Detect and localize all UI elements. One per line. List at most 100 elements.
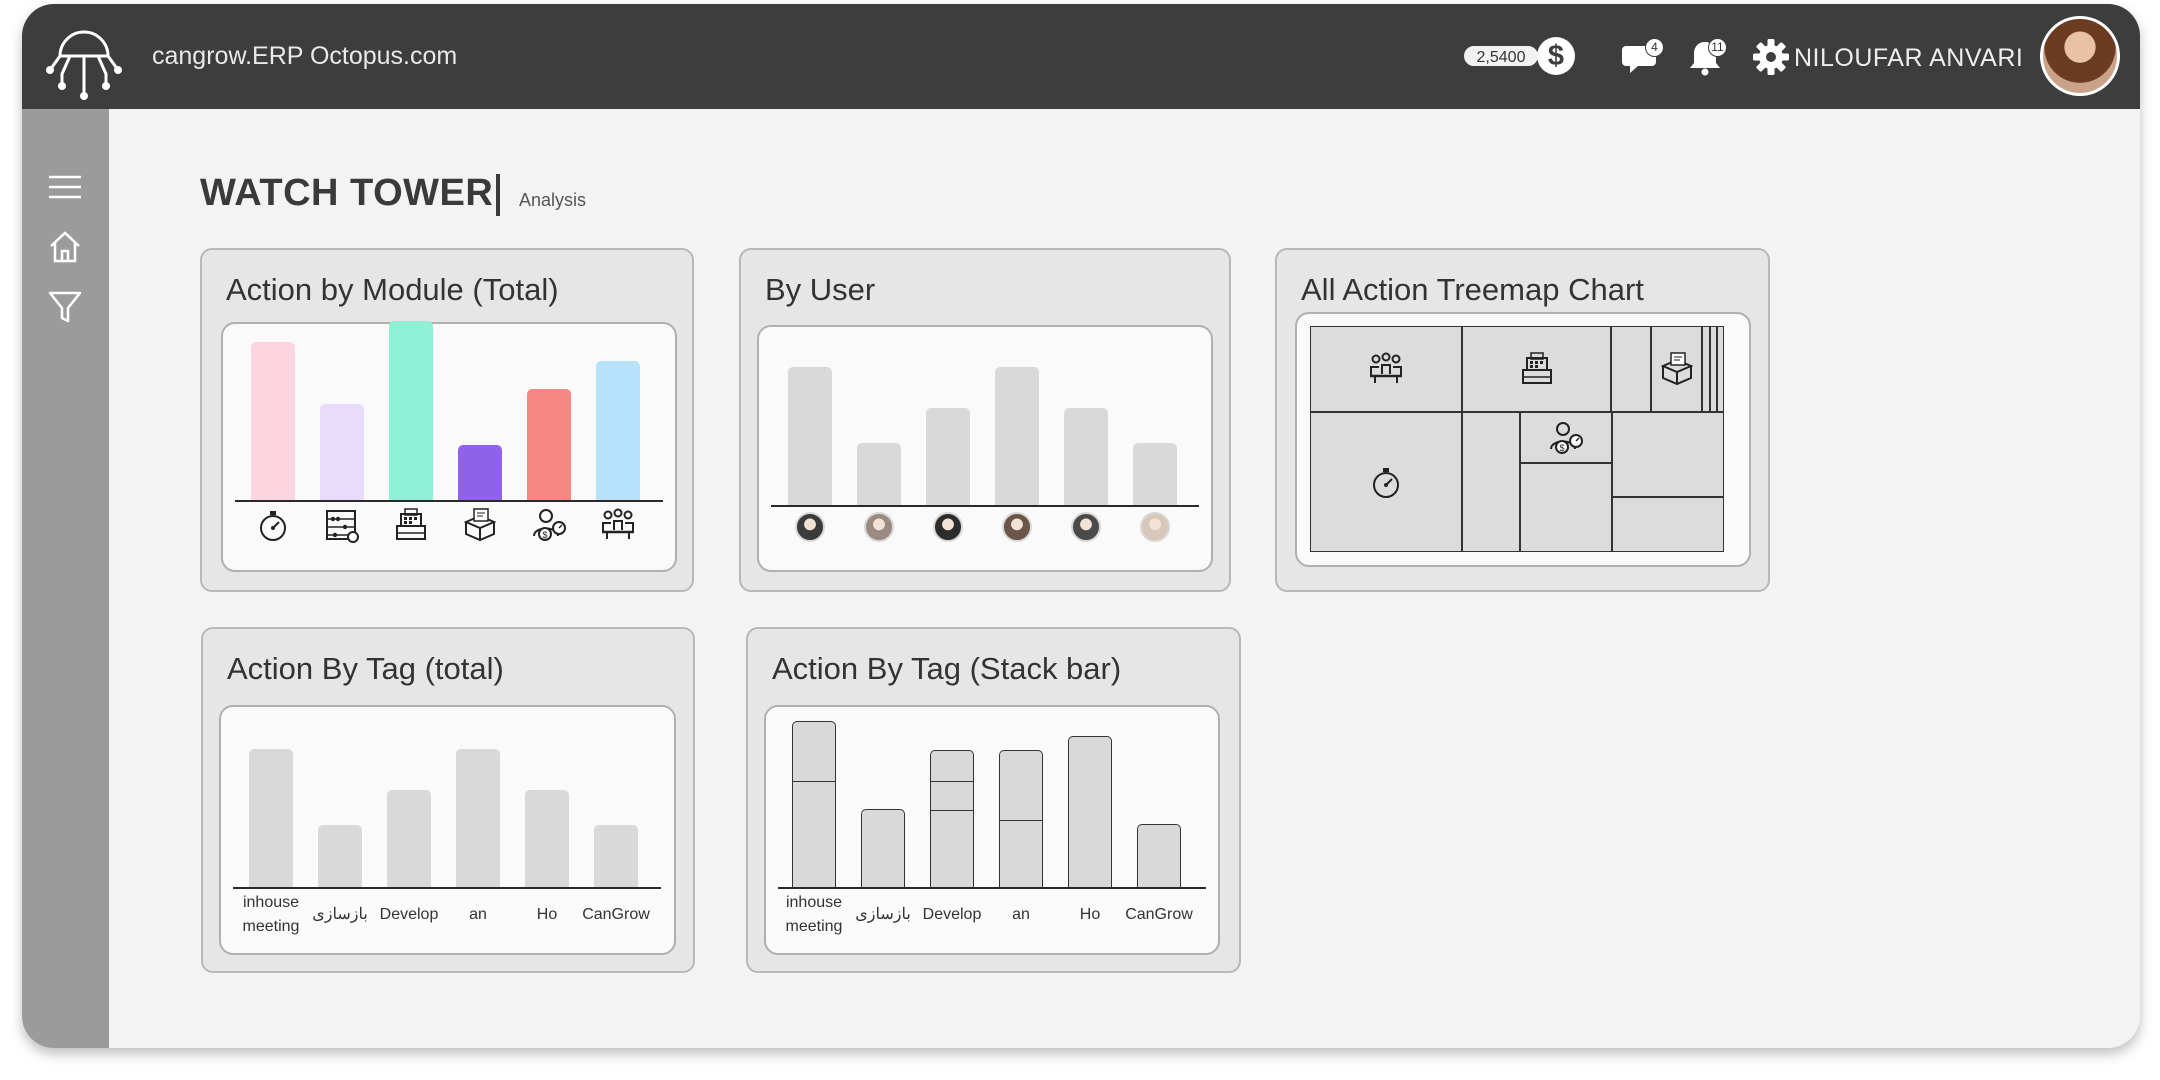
user-money-icon: $: [1550, 421, 1583, 454]
treemap-cell[interactable]: [1710, 326, 1717, 412]
cash-register-icon: [396, 508, 426, 540]
tag-total-chart[interactable]: inhouse meeting بازسازی Develop an Ho CanGrow: [219, 705, 676, 955]
x-tick-label: بازسازی: [855, 906, 911, 923]
stack-divider: [931, 810, 973, 812]
bar[interactable]: [249, 748, 293, 887]
bar[interactable]: [320, 404, 364, 500]
x-tick-label: Ho: [536, 906, 558, 923]
treemap-cell[interactable]: [1612, 497, 1724, 552]
user-chart[interactable]: [757, 325, 1213, 572]
bar[interactable]: [458, 445, 502, 500]
messages-count-badge: 4: [1645, 38, 1664, 57]
user-avatar[interactable]: [2040, 16, 2120, 96]
x-axis-line: [771, 505, 1199, 507]
bar[interactable]: [456, 748, 500, 887]
cash-register-icon: [1521, 352, 1552, 384]
treemap-cell[interactable]: [1717, 326, 1724, 412]
bar[interactable]: [387, 790, 431, 887]
abacus-icon: [326, 510, 359, 543]
bar[interactable]: [596, 360, 640, 500]
bar[interactable]: [527, 388, 571, 500]
app-title: cangrow.ERP Octopus.com: [152, 42, 458, 70]
page-subtitle: Analysis: [519, 190, 587, 210]
x-tick-label: بازسازی: [312, 906, 368, 923]
card-title: Action By Tag (total): [227, 651, 504, 686]
stack-divider: [931, 780, 973, 782]
user-avatar-2[interactable]: [864, 512, 894, 542]
stopwatch-icon: [1373, 468, 1399, 498]
bar[interactable]: [1064, 408, 1108, 505]
bar[interactable]: [857, 442, 901, 505]
card-title: Action By Tag (Stack bar): [772, 651, 1122, 686]
bar[interactable]: [999, 749, 1043, 887]
user-avatar-5[interactable]: [1071, 512, 1101, 542]
user-name[interactable]: NILOUFAR ANVARI: [1794, 44, 2023, 73]
coin-balance-badge: 2,5400: [1462, 44, 1540, 68]
bar[interactable]: [995, 366, 1039, 505]
bar[interactable]: [389, 321, 433, 500]
bar[interactable]: [251, 341, 295, 500]
bar[interactable]: [318, 824, 362, 887]
x-axis-line: [235, 500, 663, 502]
module-chart-card: Action by Module (Total) $: [200, 248, 694, 592]
x-axis-line: [778, 887, 1206, 889]
card-title: Action by Module (Total): [226, 272, 559, 307]
gear-icon[interactable]: [1750, 36, 1792, 78]
title-separator: [496, 174, 500, 216]
treemap-cell[interactable]: [1520, 463, 1612, 552]
box-icon: [1659, 352, 1694, 386]
tag-total-chart-card: Action By Tag (total) inhouse meeting باز…: [201, 627, 695, 973]
treemap-cell[interactable]: [1702, 326, 1710, 412]
tag-stack-chart-card: Action By Tag (Stack bar) inhouse meetin…: [746, 627, 1241, 973]
bar[interactable]: [1133, 442, 1177, 505]
notifications-count-badge: 11: [1708, 38, 1727, 57]
card-title: By User: [765, 272, 876, 307]
treemap-chart[interactable]: $: [1295, 312, 1751, 567]
treemap-cell[interactable]: [1462, 412, 1520, 552]
menu-icon[interactable]: [45, 167, 85, 207]
svg-text:$: $: [1559, 443, 1564, 453]
bar[interactable]: [788, 366, 832, 505]
module-chart[interactable]: $: [221, 321, 677, 572]
meeting-icon: [1370, 352, 1402, 383]
treemap-cell[interactable]: [1611, 326, 1651, 412]
dollar-icon[interactable]: $: [1537, 37, 1575, 75]
user-avatar-3[interactable]: [933, 512, 963, 542]
app-window: cangrow.ERP Octopus.com 2,5400 $ 4 11 NI…: [22, 4, 2140, 1048]
stack-divider: [793, 780, 835, 782]
treemap-cell[interactable]: [1612, 412, 1724, 497]
x-tick-label: inhouse meeting: [785, 894, 843, 935]
bar[interactable]: [861, 809, 905, 887]
bar[interactable]: [930, 749, 974, 887]
user-chart-card: By User: [739, 248, 1231, 592]
x-tick-label: an: [469, 906, 487, 923]
stopwatch-icon: [260, 511, 286, 541]
bar[interactable]: [1068, 736, 1112, 887]
bar[interactable]: [792, 721, 836, 887]
x-tick-label: Develop: [379, 906, 439, 923]
octopus-logo-icon[interactable]: [40, 14, 128, 102]
card-title: All Action Treemap Chart: [1301, 272, 1644, 307]
user-avatar-4[interactable]: [1002, 512, 1032, 542]
user-avatar-6[interactable]: [1140, 512, 1170, 542]
x-tick-label: CanGrow: [1125, 906, 1193, 923]
box-icon: [463, 508, 497, 542]
user-avatar-1[interactable]: [795, 512, 825, 542]
home-icon[interactable]: [45, 227, 85, 267]
x-tick-label: CanGrow: [582, 906, 650, 923]
filter-icon[interactable]: [45, 287, 85, 327]
svg-text:$: $: [542, 530, 547, 540]
stack-divider: [1000, 819, 1042, 821]
bar[interactable]: [926, 408, 970, 505]
bar[interactable]: [1137, 824, 1181, 887]
x-tick-label: Ho: [1079, 906, 1101, 923]
x-tick-label: Develop: [922, 906, 982, 923]
x-tick-label: an: [1012, 906, 1030, 923]
page-title: WATCH TOWER: [200, 172, 494, 214]
tag-stack-chart[interactable]: inhouse meeting بازسازی Develop an Ho CanGrow: [764, 705, 1220, 955]
bar[interactable]: [594, 824, 638, 887]
x-axis-line: [233, 887, 661, 889]
x-tick-label: inhouse meeting: [242, 894, 300, 935]
bar[interactable]: [525, 790, 569, 887]
sidebar: [22, 109, 109, 1048]
